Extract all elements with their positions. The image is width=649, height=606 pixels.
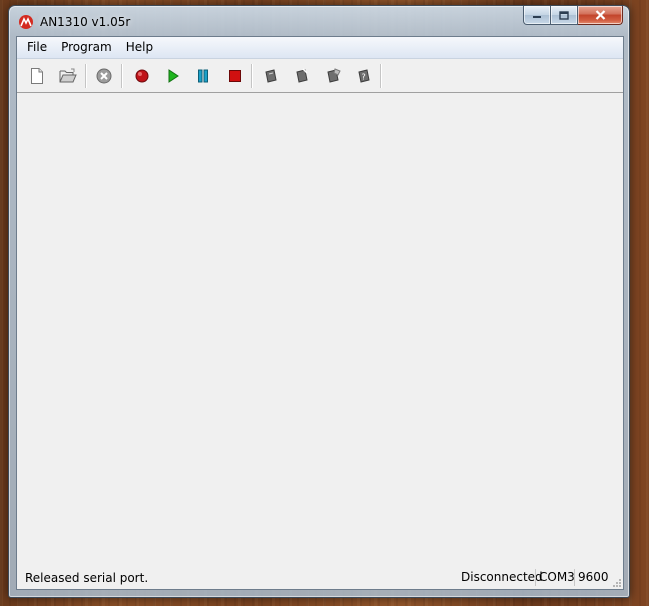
verify-button[interactable] — [292, 66, 312, 86]
chip-erase-icon — [327, 68, 341, 83]
help-button[interactable]: ? — [354, 66, 374, 86]
svg-text:?: ? — [362, 73, 366, 82]
run-button[interactable] — [163, 66, 183, 86]
open-button[interactable] — [58, 66, 78, 86]
chip-verify-icon — [296, 68, 308, 83]
baud-rate-status: 9600 — [574, 569, 612, 586]
record-icon — [135, 69, 149, 83]
new-file-icon — [31, 68, 43, 84]
run-icon — [168, 69, 179, 83]
record-button[interactable] — [132, 66, 152, 86]
maximize-button[interactable] — [551, 6, 578, 25]
stop-button[interactable] — [225, 66, 245, 86]
serial-port-status: COM3 — [535, 569, 578, 586]
pause-button[interactable] — [193, 66, 213, 86]
close-icon — [595, 10, 605, 20]
connection-status: Disconnected — [461, 570, 543, 584]
resize-grip-icon[interactable] — [610, 576, 622, 588]
toolbar-separator — [251, 64, 253, 88]
new-button[interactable] — [27, 66, 47, 86]
pause-icon — [198, 69, 208, 83]
menu-file[interactable]: File — [17, 37, 54, 58]
menu-bar: File Program Help — [17, 37, 623, 59]
erase-button[interactable] — [323, 66, 343, 86]
abort-button[interactable] — [94, 66, 114, 86]
status-message: Released serial port. — [25, 571, 149, 585]
chip-help-icon: ? — [358, 69, 370, 83]
menu-help[interactable]: Help — [119, 37, 160, 58]
title-bar[interactable]: AN1310 v1.05r — [9, 6, 629, 36]
minimize-icon — [533, 16, 541, 18]
toolbar: ? — [17, 59, 623, 93]
write-button[interactable] — [261, 66, 281, 86]
status-bar: Released serial port. Disconnected COM3 … — [17, 567, 623, 589]
toolbar-separator — [380, 64, 382, 88]
client-area: File Program Help ? Released serial port… — [16, 36, 624, 590]
maximize-icon — [559, 10, 569, 20]
abort-icon — [96, 68, 112, 84]
toolbar-separator — [85, 64, 87, 88]
window-title: AN1310 v1.05r — [40, 15, 131, 29]
microchip-logo-icon — [19, 15, 33, 29]
main-content-area — [17, 93, 623, 566]
minimize-button[interactable] — [523, 6, 551, 25]
stop-icon — [229, 70, 241, 82]
application-window: AN1310 v1.05r File Program Help ? Releas… — [8, 5, 630, 598]
chip-write-icon — [265, 69, 277, 83]
open-folder-icon — [59, 68, 77, 83]
toolbar-separator — [121, 64, 123, 88]
close-button[interactable] — [578, 6, 623, 25]
menu-program[interactable]: Program — [54, 37, 119, 58]
caption-buttons — [523, 6, 623, 26]
